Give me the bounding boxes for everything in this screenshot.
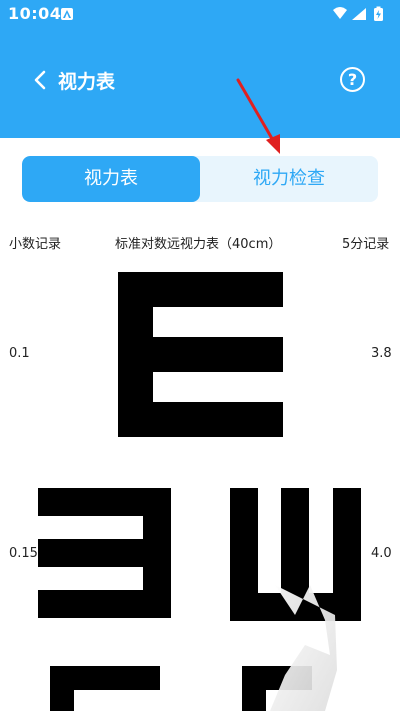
tab-bar: 视力表 视力检查 [22,156,378,202]
wifi-icon [333,7,347,19]
row-decimal-value: 0.15 [9,546,38,561]
status-bar: 10:04 [0,0,400,28]
tumbling-e-partial [50,666,160,711]
row-decimal-value: 0.1 [9,346,30,361]
app-bar: 视力表 ? [0,28,400,138]
page-title: 视力表 [58,71,116,93]
system-status-icons [333,6,383,21]
five-point-record-header: 5分记录 [342,237,390,252]
row-five-point-value: 3.8 [371,346,392,361]
tumbling-e-left [38,488,171,618]
decimal-record-header: 小数记录 [9,237,62,252]
tab-vision-chart[interactable]: 视力表 [22,156,200,202]
row-five-point-value: 4.0 [371,546,392,561]
notification-a-icon [61,8,73,20]
annotation-arrow [236,78,280,154]
tab-vision-test[interactable]: 视力检查 [200,156,378,202]
tumbling-e-right [118,272,283,437]
help-icon[interactable]: ? [340,67,365,92]
status-time: 10:04 [8,4,62,23]
back-arrow-icon[interactable] [32,70,48,90]
watermark-logo-icon [270,585,337,711]
signal-icon [352,8,366,20]
chart-title: 标准对数远视力表（40cm） [115,237,282,252]
